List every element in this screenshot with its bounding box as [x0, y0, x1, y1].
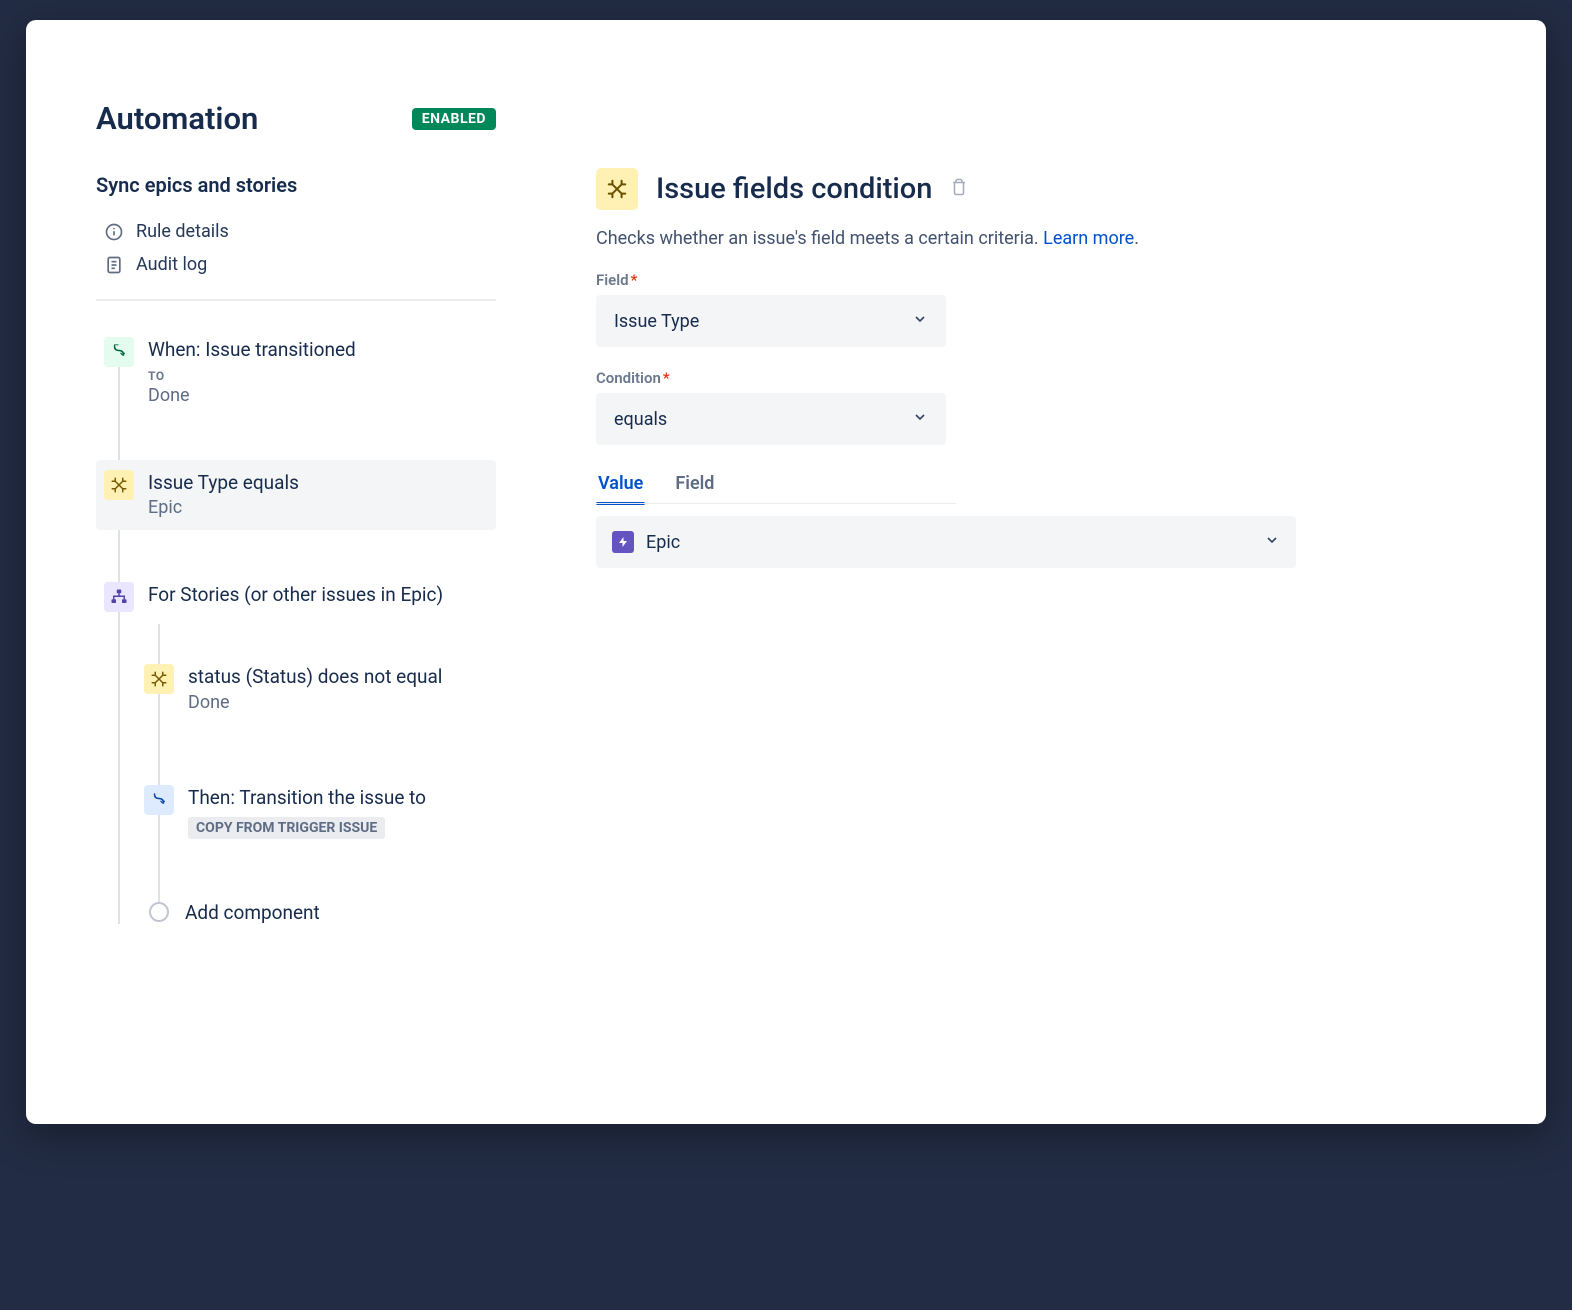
step-branch-title: For Stories (or other issues in Epic)	[148, 582, 484, 608]
step-trigger-value: Done	[148, 385, 484, 406]
condition-icon	[144, 664, 174, 694]
audit-log-icon	[104, 255, 124, 275]
chevron-down-icon	[912, 409, 928, 430]
field-label: Field*	[596, 271, 1476, 289]
rule-name: Sync epics and stories	[96, 173, 496, 197]
divider	[96, 299, 496, 301]
panel-title: Issue fields condition	[656, 172, 932, 206]
trigger-icon	[104, 337, 134, 367]
audit-log-label: Audit log	[136, 254, 207, 275]
branch-icon	[104, 582, 134, 612]
step-trigger[interactable]: When: Issue transitioned TO Done	[96, 327, 496, 418]
step-condition-title: Issue Type equals	[148, 470, 484, 496]
tab-value[interactable]: Value	[596, 467, 645, 504]
delete-button[interactable]	[950, 178, 968, 200]
add-dot-icon	[149, 902, 169, 922]
step-trigger-title: When: Issue transitioned	[148, 337, 484, 363]
step-branch-condition-title: status (Status) does not equal	[188, 664, 484, 690]
tab-field[interactable]: Field	[673, 467, 716, 504]
condition-label: Condition*	[596, 369, 1476, 387]
step-action-title: Then: Transition the issue to	[188, 785, 484, 811]
field-select-value: Issue Type	[614, 311, 699, 332]
step-branch-condition-value: Done	[188, 692, 484, 713]
learn-more-link[interactable]: Learn more	[1043, 228, 1134, 249]
condition-icon	[104, 470, 134, 500]
panel-description: Checks whether an issue's field meets a …	[596, 228, 1476, 249]
condition-select[interactable]: equals	[596, 393, 946, 445]
chevron-down-icon	[1264, 532, 1280, 552]
action-icon	[144, 785, 174, 815]
field-select[interactable]: Issue Type	[596, 295, 946, 347]
epic-icon	[612, 531, 634, 553]
status-badge-enabled: ENABLED	[412, 108, 496, 130]
rule-details-label: Rule details	[136, 221, 229, 242]
add-component-label: Add component	[185, 901, 320, 924]
step-condition-value: Epic	[148, 497, 484, 518]
value-select-value: Epic	[646, 532, 680, 553]
info-icon	[104, 222, 124, 242]
copy-from-trigger-chip: COPY FROM TRIGGER ISSUE	[188, 817, 385, 839]
step-branch-condition[interactable]: status (Status) does not equal Done	[136, 654, 496, 725]
rule-details-link[interactable]: Rule details	[104, 215, 496, 248]
value-select[interactable]: Epic	[596, 516, 1296, 568]
condition-icon	[596, 168, 638, 210]
audit-log-link[interactable]: Audit log	[104, 248, 496, 281]
add-component-button[interactable]: Add component	[136, 901, 496, 924]
step-condition[interactable]: Issue Type equals Epic	[96, 460, 496, 531]
step-action[interactable]: Then: Transition the issue to COPY FROM …	[136, 775, 496, 851]
chevron-down-icon	[912, 311, 928, 332]
step-branch[interactable]: For Stories (or other issues in Epic)	[96, 572, 496, 624]
step-trigger-sub: TO	[148, 369, 484, 383]
page-title: Automation	[96, 100, 392, 137]
condition-select-value: equals	[614, 409, 667, 430]
